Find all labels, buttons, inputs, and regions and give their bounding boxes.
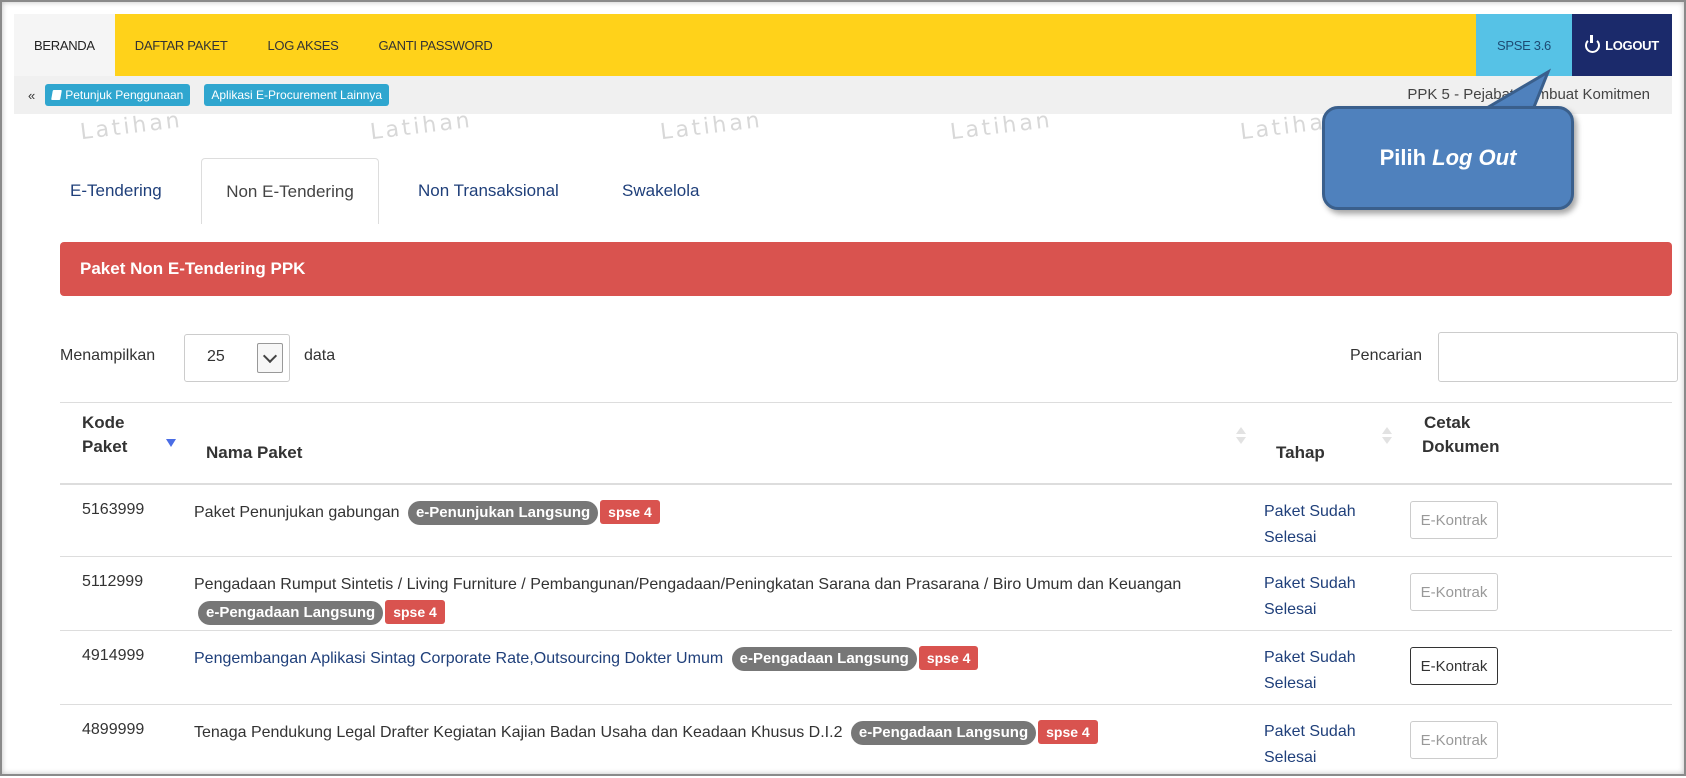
table-row: 4899999 Tenaga Pendukung Legal Drafter K… xyxy=(60,705,1672,778)
package-stage-link[interactable]: Paket Sudah Selesai xyxy=(1264,645,1374,697)
column-header-stage[interactable]: Tahap xyxy=(1276,441,1325,465)
column-header-code[interactable]: Kode Paket xyxy=(82,411,127,459)
nav-beranda[interactable]: BERANDA xyxy=(14,14,115,76)
chevron-down-icon[interactable] xyxy=(257,343,283,373)
package-code: 4899999 xyxy=(82,721,145,738)
instruction-callout: Pilih Log Out xyxy=(1322,106,1574,210)
e-kontrak-button[interactable]: E-Kontrak xyxy=(1410,501,1498,539)
package-name[interactable]: Paket Penunjukan gabungan xyxy=(194,504,400,521)
power-icon xyxy=(1585,34,1601,53)
nav-daftar-paket[interactable]: DAFTAR PAKET xyxy=(115,14,248,76)
sort-desc-icon[interactable] xyxy=(166,439,176,447)
version-badge: spse 4 xyxy=(600,500,660,524)
method-badge: e-Pengadaan Langsung xyxy=(731,647,917,671)
packages-table: Kode Paket Nama Paket Tahap Cetak Dokume… xyxy=(60,402,1672,778)
sort-icon[interactable] xyxy=(1236,427,1246,447)
table-header: Kode Paket Nama Paket Tahap Cetak Dokume… xyxy=(60,402,1672,485)
method-badge: e-Pengadaan Langsung xyxy=(850,721,1037,745)
table-row: 5163999 Paket Penunjukan gabungan e-Penu… xyxy=(60,485,1672,557)
page-size-value: 25 xyxy=(207,348,225,365)
logout-button[interactable]: LOGOUT xyxy=(1572,14,1672,76)
callout-emphasis: Log Out xyxy=(1432,145,1517,170)
package-stage-link[interactable]: Paket Sudah Selesai xyxy=(1264,571,1374,623)
version-badge: spse 4 xyxy=(385,600,445,624)
package-name[interactable]: Pengadaan Rumput Sintetis / Living Furni… xyxy=(194,576,1181,593)
package-name[interactable]: Tenaga Pendukung Legal Drafter Kegiatan … xyxy=(194,724,842,741)
search-input[interactable] xyxy=(1438,332,1678,382)
page-size-suffix: data xyxy=(304,347,336,364)
package-stage-link[interactable]: Paket Sudah Selesai xyxy=(1264,499,1374,551)
aplikasi-eprocurement-link[interactable]: Aplikasi E-Procurement Lainnya xyxy=(204,84,390,106)
page-size-select[interactable]: 25 xyxy=(184,334,290,382)
panel-title: Paket Non E-Tendering PPK xyxy=(60,242,1672,296)
package-name[interactable]: Pengembangan Aplikasi Sintag Corporate R… xyxy=(194,650,723,667)
sort-icon[interactable] xyxy=(1382,427,1392,447)
top-navbar: BERANDA DAFTAR PAKET LOG AKSES GANTI PAS… xyxy=(14,14,1672,76)
e-kontrak-button[interactable]: E-Kontrak xyxy=(1410,573,1498,611)
version-badge: spse 4 xyxy=(1038,720,1098,744)
column-header-name[interactable]: Nama Paket xyxy=(206,441,302,465)
tab-e-tendering[interactable]: E-Tendering xyxy=(70,158,162,224)
table-row: 5112999 Pengadaan Rumput Sintetis / Livi… xyxy=(60,557,1672,631)
e-kontrak-button[interactable]: E-Kontrak xyxy=(1410,647,1498,685)
column-header-print-line1: Cetak xyxy=(1424,413,1471,432)
collapse-toggle-icon[interactable]: « xyxy=(28,88,35,103)
column-header-code-line2: Paket xyxy=(82,437,128,456)
method-badge: e-Penunjukan Langsung xyxy=(407,501,599,525)
content-panel: Paket Non E-Tendering PPK Menampilkan 25… xyxy=(46,224,1678,778)
tab-swakelola[interactable]: Swakelola xyxy=(622,158,700,224)
e-kontrak-button[interactable]: E-Kontrak xyxy=(1410,721,1498,759)
version-badge[interactable]: SPSE 3.6 xyxy=(1476,14,1572,76)
callout-prefix: Pilih xyxy=(1379,145,1433,170)
package-code: 4914999 xyxy=(82,647,145,664)
column-header-code-line1: Kode xyxy=(82,413,125,432)
package-stage-link[interactable]: Paket Sudah Selesai xyxy=(1264,719,1374,771)
package-name-cell: Pengadaan Rumput Sintetis / Living Furni… xyxy=(194,571,1244,627)
book-icon xyxy=(51,90,63,100)
package-code: 5112999 xyxy=(82,573,144,590)
logout-label: LOGOUT xyxy=(1605,37,1659,53)
nav-log-akses[interactable]: LOG AKSES xyxy=(247,14,358,76)
search-label: Pencarian xyxy=(1350,347,1423,364)
page-size-label: Menampilkan xyxy=(60,347,156,364)
package-code: 5163999 xyxy=(82,501,145,518)
package-name-cell: Paket Penunjukan gabungan e-Penunjukan L… xyxy=(194,499,1244,527)
package-name-cell: Tenaga Pendukung Legal Drafter Kegiatan … xyxy=(194,719,1244,747)
tab-non-e-tendering[interactable]: Non E-Tendering xyxy=(201,158,379,226)
petunjuk-penggunaan-label: Petunjuk Penggunaan xyxy=(65,88,184,102)
version-badge: spse 4 xyxy=(918,646,979,670)
nav-ganti-password[interactable]: GANTI PASSWORD xyxy=(358,14,512,76)
method-badge: e-Pengadaan Langsung xyxy=(198,601,384,625)
tab-non-transaksional[interactable]: Non Transaksional xyxy=(418,158,559,224)
column-header-print: Cetak Dokumen xyxy=(1422,411,1499,459)
table-row: 4914999 Pengembangan Aplikasi Sintag Cor… xyxy=(60,631,1672,705)
package-name-cell: Pengembangan Aplikasi Sintag Corporate R… xyxy=(194,645,1244,673)
table-controls: Menampilkan 25 data Pencarian xyxy=(60,332,1678,384)
column-header-print-line2: Dokumen xyxy=(1422,437,1500,456)
petunjuk-penggunaan-link[interactable]: Petunjuk Penggunaan xyxy=(45,84,191,106)
user-role: PPK 5 - Pejabat Pembuat Komitmen xyxy=(1407,86,1650,103)
